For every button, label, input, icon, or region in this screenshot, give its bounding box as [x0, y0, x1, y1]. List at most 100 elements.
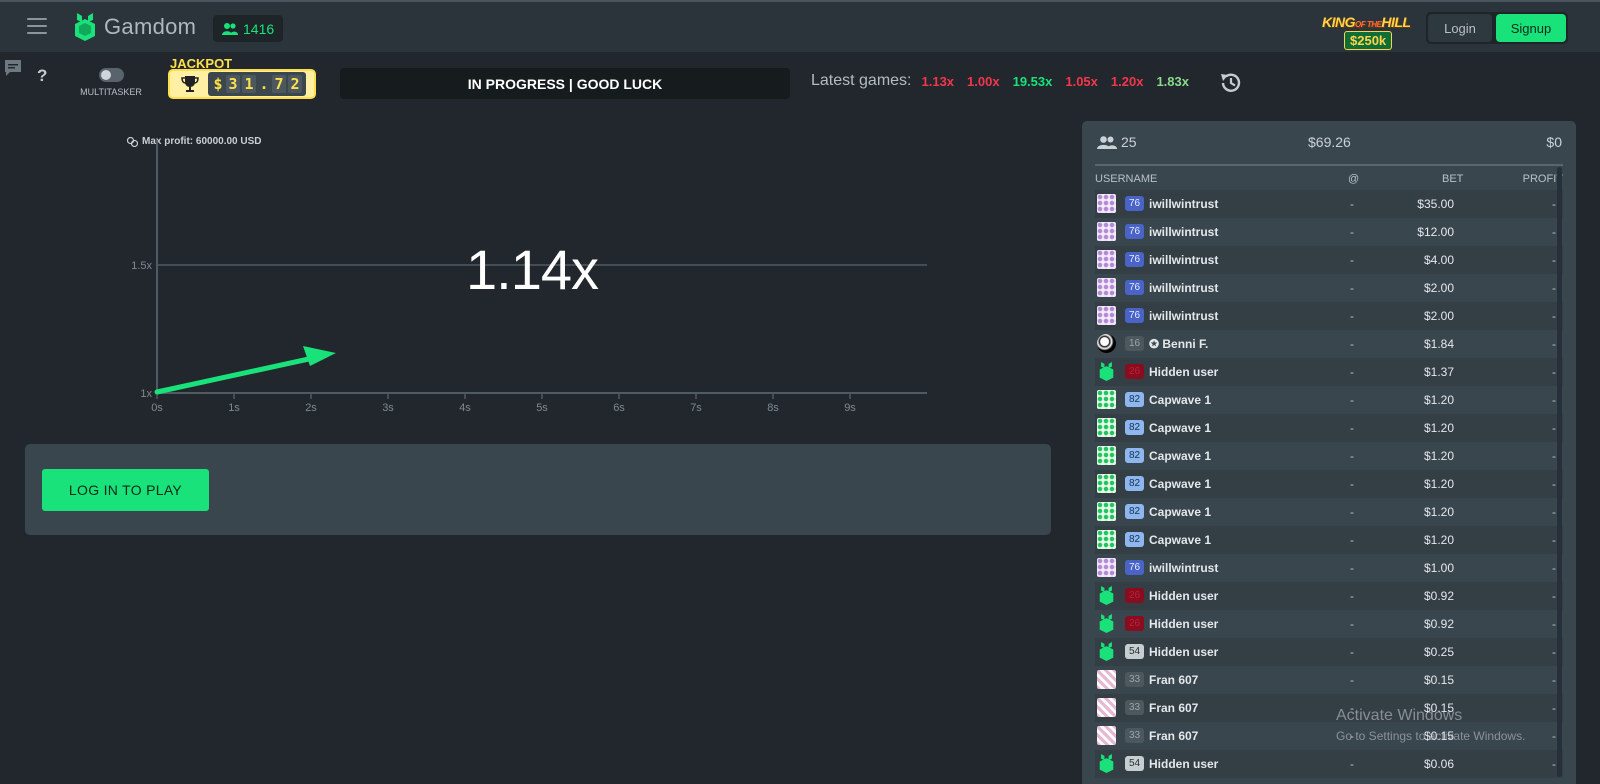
bet-row: 82 Capwave 1 - $1.20 - [1095, 526, 1563, 554]
user-level-badge: 76 [1125, 196, 1144, 211]
user-level-badge: 82 [1125, 532, 1144, 547]
brand-logo[interactable]: Gamdom [74, 13, 196, 41]
latest-game-result[interactable]: 1.00x [967, 74, 1000, 89]
username[interactable]: Hidden user [1149, 645, 1218, 659]
username[interactable]: Hidden user [1149, 365, 1218, 379]
user-level-badge: 76 [1125, 280, 1144, 295]
user-avatar[interactable] [1097, 362, 1116, 381]
column-at: @ [1348, 173, 1360, 185]
username[interactable]: Fran 607 [1149, 673, 1198, 687]
profit-amount: - [1552, 449, 1556, 463]
watermark-title: Activate Windows [1336, 707, 1463, 724]
user-avatar[interactable] [1097, 558, 1116, 577]
user-level-badge: 26 [1125, 616, 1144, 631]
promo-word-hill: HILL [1381, 14, 1411, 30]
user-level-badge: 26 [1125, 364, 1144, 379]
cashout-at: - [1350, 673, 1354, 687]
latest-game-result[interactable]: 1.83x [1156, 74, 1189, 89]
user-avatar[interactable] [1097, 390, 1116, 409]
username[interactable]: iwillwintrust [1149, 225, 1218, 239]
username[interactable]: iwillwintrust [1149, 197, 1218, 211]
login-button[interactable]: Login [1428, 14, 1492, 42]
username[interactable]: Capwave 1 [1149, 421, 1211, 435]
latest-game-result[interactable]: 1.13x [922, 74, 955, 89]
king-of-the-hill-promo[interactable]: KINGOF THEHILL $250k [1322, 14, 1414, 50]
user-avatar[interactable] [1097, 614, 1116, 633]
latest-game-result[interactable]: 1.05x [1065, 74, 1098, 89]
bet-row: 76 iwillwintrust - $1.00 - [1095, 554, 1563, 582]
profit-amount: - [1552, 225, 1556, 239]
username[interactable]: Hidden user [1149, 757, 1218, 771]
brand-name: Gamdom [104, 14, 197, 39]
user-avatar[interactable] [1097, 446, 1116, 465]
user-avatar[interactable] [1097, 502, 1116, 521]
toggle-switch[interactable] [98, 68, 124, 82]
bets-scrollbar[interactable] [1557, 167, 1562, 777]
username[interactable]: iwillwintrust [1149, 309, 1218, 323]
profit-amount: - [1552, 757, 1556, 771]
username[interactable]: Capwave 1 [1149, 477, 1211, 491]
bet-row: 26 Hidden user - $0.92 - [1095, 610, 1563, 638]
username[interactable]: Fran 607 [1149, 729, 1198, 743]
username[interactable]: iwillwintrust [1149, 253, 1218, 267]
game-status-bar: IN PROGRESS | GOOD LUCK [340, 68, 790, 99]
chat-icon[interactable] [4, 59, 22, 77]
bet-row: 82 Capwave 1 - $1.20 - [1095, 442, 1563, 470]
cashout-at: - [1350, 197, 1354, 211]
user-avatar[interactable] [1097, 698, 1116, 717]
user-avatar[interactable] [1097, 222, 1116, 241]
username[interactable]: Capwave 1 [1149, 533, 1211, 547]
help-icon[interactable]: ? [37, 66, 47, 86]
profit-amount: - [1552, 505, 1556, 519]
user-avatar[interactable] [1097, 278, 1116, 297]
user-avatar[interactable] [1097, 530, 1116, 549]
user-avatar[interactable] [1097, 670, 1116, 689]
username[interactable]: Capwave 1 [1149, 505, 1211, 519]
user-avatar[interactable] [1097, 642, 1116, 661]
username[interactable]: Capwave 1 [1149, 393, 1211, 407]
bet-row: 76 iwillwintrust - $2.00 - [1095, 274, 1563, 302]
signup-button[interactable]: Signup [1496, 14, 1566, 42]
bet-amount: $35.00 [1417, 197, 1454, 211]
profit-amount: - [1552, 589, 1556, 603]
username[interactable]: Fran 607 [1149, 701, 1198, 715]
user-level-badge: 16 [1125, 336, 1144, 351]
user-avatar[interactable] [1097, 194, 1116, 213]
user-avatar[interactable] [1097, 754, 1116, 773]
username[interactable]: iwillwintrust [1149, 561, 1218, 575]
user-avatar[interactable] [1097, 334, 1116, 353]
column-bet: BET [1442, 173, 1464, 185]
latest-game-result[interactable]: 1.20x [1111, 74, 1144, 89]
player-count-value: 25 [1121, 134, 1137, 150]
multitasker-toggle[interactable]: MULTITASKER [80, 68, 142, 97]
latest-game-result[interactable]: 19.53x [1013, 74, 1053, 89]
user-avatar[interactable] [1097, 418, 1116, 437]
bet-row: 76 iwillwintrust - $12.00 - [1095, 218, 1563, 246]
cashout-at: - [1350, 393, 1354, 407]
jackpot-digit: $ [213, 75, 223, 93]
user-avatar[interactable] [1097, 474, 1116, 493]
profit-amount: - [1552, 197, 1556, 211]
user-avatar[interactable] [1097, 250, 1116, 269]
user-avatar[interactable] [1097, 726, 1116, 745]
cashout-at: - [1350, 561, 1354, 575]
user-avatar[interactable] [1097, 586, 1116, 605]
jackpot-digits: $ 3 1 . 7 2 [208, 72, 306, 96]
username[interactable]: Hidden user [1149, 589, 1218, 603]
username[interactable]: ✪ Benni F. [1149, 337, 1208, 351]
windows-activation-watermark: Activate Windows Go to Settings to activ… [1336, 707, 1525, 743]
cashout-at: - [1350, 281, 1354, 295]
cashout-at: - [1350, 365, 1354, 379]
username[interactable]: iwillwintrust [1149, 281, 1218, 295]
log-in-to-play-button[interactable]: LOG IN TO PLAY [42, 469, 209, 511]
user-level-badge: 82 [1125, 504, 1144, 519]
username[interactable]: Capwave 1 [1149, 449, 1211, 463]
top-header: Gamdom 1416 KINGOF THEHILL $250k Login S… [0, 0, 1600, 52]
history-icon[interactable] [1218, 70, 1244, 96]
bets-panel: 25 $69.26 $0 USERNAME @ BET PROFIT 76 iwi… [1082, 121, 1576, 784]
user-level-badge: 82 [1125, 448, 1144, 463]
user-avatar[interactable] [1097, 306, 1116, 325]
menu-icon[interactable] [27, 18, 47, 34]
jackpot-counter[interactable]: $ 3 1 . 7 2 [168, 69, 316, 99]
username[interactable]: Hidden user [1149, 617, 1218, 631]
